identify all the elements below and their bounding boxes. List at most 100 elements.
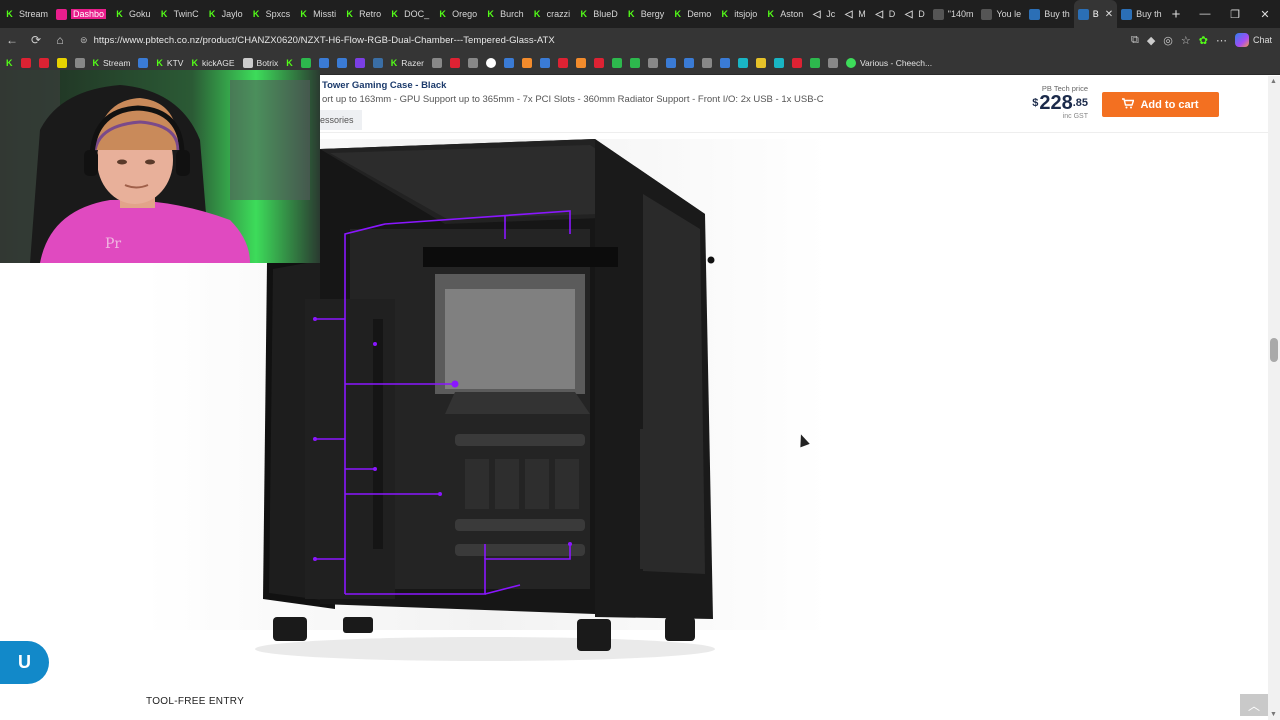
browser-tab[interactable]: K Burch — [481, 0, 528, 28]
bookmark-item[interactable]: K — [286, 58, 293, 68]
bookmark-item[interactable] — [354, 58, 365, 68]
browser-tab[interactable]: ◁ D — [870, 0, 900, 28]
bookmark-item[interactable] — [431, 58, 442, 68]
bookmark-item[interactable] — [719, 58, 730, 68]
tab-label: Aston — [780, 9, 804, 19]
browser-tab[interactable]: K TwinC — [155, 0, 203, 28]
browser-tab[interactable]: K Stream — [0, 0, 52, 28]
browser-tab[interactable]: Kitsjojo — [715, 0, 761, 28]
scroll-up-arrow-icon[interactable]: ▲ — [1270, 78, 1277, 85]
bookmark-item[interactable] — [300, 58, 311, 68]
tab-label: Jc — [826, 9, 836, 19]
browser-tab[interactable]: "140m — [929, 0, 978, 28]
bookmark-item[interactable]: K — [6, 58, 13, 68]
bookmark-item[interactable] — [38, 58, 49, 68]
browser-tab[interactable]: K Missti — [294, 0, 340, 28]
bookmark-label: Botrix — [256, 58, 279, 68]
browser-tab[interactable]: K Demo — [668, 0, 715, 28]
tab-label: DOC_ — [404, 9, 430, 19]
pbtech-icon — [1029, 8, 1041, 20]
browser-tab[interactable]: B ✕ — [1073, 0, 1118, 28]
chat-widget-button[interactable]: U — [0, 641, 49, 684]
page-scrollbar[interactable]: ▲ ▼ — [1268, 76, 1280, 720]
bookmark-item[interactable] — [647, 58, 658, 68]
address-bar[interactable]: ⊜ https://www.pbtech.co.nz/product/CHANZ… — [80, 30, 1131, 50]
add-to-cart-button[interactable]: Add to cart — [1102, 92, 1219, 117]
close-tab-icon[interactable]: ✕ — [1105, 9, 1113, 20]
browser-tab[interactable]: Buy th — [1117, 0, 1166, 28]
browser-tab[interactable]: ◁ M — [839, 0, 870, 28]
bookmark-item[interactable] — [20, 58, 31, 68]
browser-tab[interactable]: K Jaylo — [203, 0, 247, 28]
browser-tab[interactable]: ◁ Jc — [807, 0, 839, 28]
bookmark-item[interactable] — [755, 58, 766, 68]
bookmark-item[interactable] — [485, 58, 496, 68]
bookmark-item[interactable] — [503, 58, 514, 68]
bookmark-item[interactable] — [593, 58, 604, 68]
restore-button[interactable]: ❐ — [1220, 8, 1250, 21]
site-info-icon[interactable]: ⊜ — [80, 35, 88, 46]
bookmark-item[interactable] — [74, 58, 85, 68]
menu-icon[interactable]: ⋯ — [1216, 34, 1227, 47]
new-tab-button[interactable]: + — [1166, 6, 1187, 23]
bookmark-item[interactable] — [791, 58, 802, 68]
bookmark-item[interactable] — [521, 58, 532, 68]
bookmark-item[interactable]: Various - Cheech... — [845, 58, 932, 68]
browser-tab[interactable]: You le — [977, 0, 1025, 28]
browser-tab[interactable]: K Retro — [340, 0, 385, 28]
url-text: https://www.pbtech.co.nz/product/CHANZX0… — [93, 34, 555, 46]
back-button[interactable]: ← — [0, 33, 24, 47]
close-window-button[interactable]: ✕ — [1250, 8, 1280, 21]
bookmark-item[interactable] — [467, 58, 478, 68]
browser-tab[interactable]: K Spxcs — [247, 0, 295, 28]
bookmark-item[interactable] — [557, 58, 568, 68]
browser-tab[interactable]: Dashbo — [52, 0, 110, 28]
extension-icon[interactable]: ◆ — [1147, 34, 1155, 47]
browser-tab[interactable]: Buy th — [1025, 0, 1074, 28]
bookmark-item[interactable] — [683, 58, 694, 68]
bookmark-item[interactable] — [665, 58, 676, 68]
minimize-button[interactable]: — — [1190, 8, 1220, 20]
browser-tab[interactable]: K Aston — [761, 0, 807, 28]
browser-tab[interactable]: K DOC_ — [385, 0, 433, 28]
bookmark-item[interactable] — [449, 58, 460, 68]
tab-label: B — [1092, 9, 1099, 19]
browser-tab[interactable]: K Goku — [110, 0, 155, 28]
red-icon — [791, 58, 802, 68]
star-bookmark-icon[interactable]: ☆ — [1181, 34, 1191, 47]
extensions-icon[interactable]: ✿ — [1199, 34, 1208, 47]
bookmark-item[interactable] — [336, 58, 347, 68]
bookmark-item[interactable] — [318, 58, 329, 68]
bookmark-item[interactable] — [629, 58, 640, 68]
bookmark-item[interactable] — [539, 58, 550, 68]
bookmark-item[interactable] — [773, 58, 784, 68]
bookmark-item[interactable] — [138, 58, 149, 68]
copilot-chat-button[interactable]: Chat — [1234, 33, 1272, 47]
browser-tab[interactable]: K Bergy — [622, 0, 669, 28]
home-button[interactable]: ⌂ — [48, 33, 72, 47]
bookmark-item[interactable] — [809, 58, 820, 68]
browser-tab[interactable]: K BlueD — [574, 0, 622, 28]
scroll-to-top-button[interactable]: ︿ — [1240, 694, 1268, 716]
bookmark-item[interactable]: KkickAGE — [191, 58, 234, 68]
install-app-icon[interactable]: ⧉ — [1131, 34, 1139, 47]
bookmark-item[interactable]: Botrix — [242, 58, 279, 68]
bookmark-item[interactable] — [575, 58, 586, 68]
bookmark-label: kickAGE — [201, 58, 235, 68]
browser-tab[interactable]: K Orego — [433, 0, 481, 28]
bookmark-item[interactable] — [56, 58, 67, 68]
scrollbar-thumb[interactable] — [1270, 338, 1278, 362]
refresh-button[interactable]: ⟳ — [24, 33, 48, 47]
bookmark-item[interactable] — [701, 58, 712, 68]
bookmark-item[interactable]: K KTV — [156, 58, 183, 68]
bookmark-item[interactable] — [827, 58, 838, 68]
browser-tab[interactable]: Kcrazzi — [528, 0, 575, 28]
scroll-down-arrow-icon[interactable]: ▼ — [1270, 711, 1277, 718]
browser-tab[interactable]: ◁ D — [899, 0, 929, 28]
bookmark-item[interactable] — [611, 58, 622, 68]
reader-icon[interactable]: ◎ — [1163, 34, 1173, 47]
bookmark-item[interactable]: K Stream — [93, 58, 131, 68]
bookmark-item[interactable]: K Razer — [391, 58, 424, 68]
bookmark-item[interactable] — [737, 58, 748, 68]
bookmark-item[interactable] — [372, 58, 383, 68]
